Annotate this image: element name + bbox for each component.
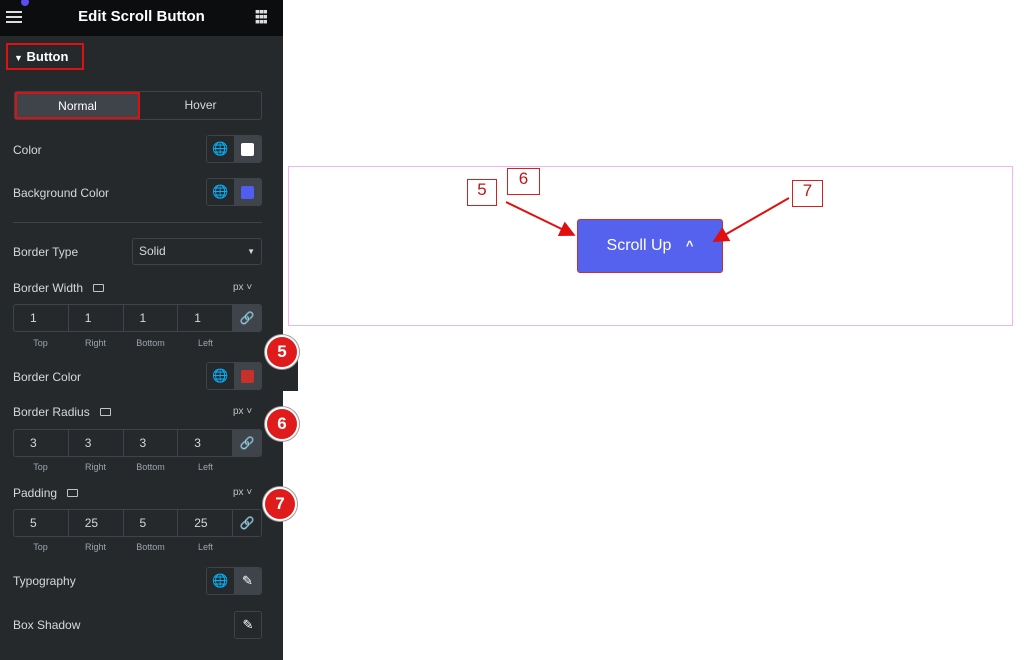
arrow-7 [712,197,790,242]
annotation-arrows [505,197,790,242]
arrow-5 [505,201,576,236]
